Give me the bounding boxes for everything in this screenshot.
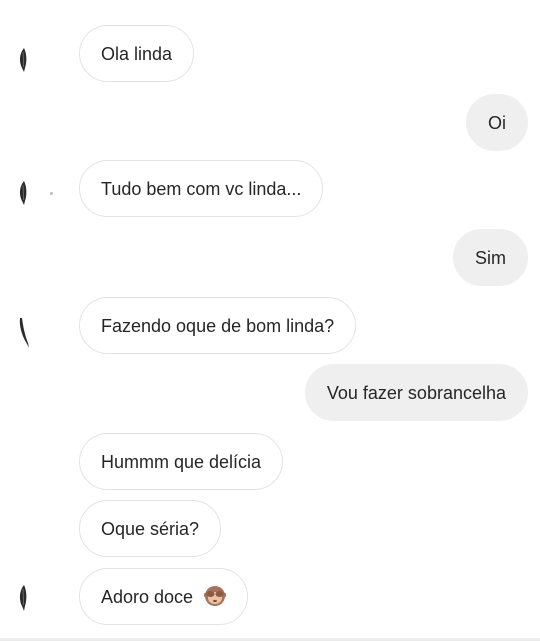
message-bubble-incoming[interactable]: Fazendo oque de bom linda?: [79, 297, 357, 354]
message-text: Oi: [488, 113, 506, 133]
message-text: Hummm que delícia: [101, 452, 262, 472]
message-bubble-outgoing[interactable]: Sim: [453, 229, 528, 286]
message-text: Ola linda: [101, 44, 173, 64]
message-bubble-outgoing[interactable]: Vou fazer sobrancelha: [304, 364, 528, 421]
profile-feather-icon[interactable]: [16, 180, 30, 206]
profile-feather-icon[interactable]: [16, 316, 30, 348]
profile-feather-icon[interactable]: [16, 584, 30, 611]
message-bubble-incoming[interactable]: Ola linda: [79, 25, 195, 82]
message-bubble-incoming[interactable]: Adoro doce: [79, 568, 249, 625]
message-text: Vou fazer sobrancelha: [326, 383, 506, 403]
message-text: Sim: [475, 248, 506, 268]
message-bubble-incoming[interactable]: Oque séria?: [79, 500, 222, 557]
message-text: Fazendo oque de bom linda?: [101, 316, 335, 336]
profile-feather-icon[interactable]: [16, 47, 30, 73]
message-text: Tudo bem com vc linda...: [101, 179, 302, 199]
chat-thread: Ola linda Oi Tudo bem com vc linda... Si…: [0, 0, 540, 641]
see-no-evil-monkey-emoji: [203, 573, 227, 606]
message-bubble-incoming[interactable]: Hummm que delícia: [79, 433, 284, 490]
message-bubble-incoming[interactable]: Tudo bem com vc linda...: [79, 160, 324, 217]
message-text: Oque séria?: [101, 519, 200, 539]
message-text: Adoro doce: [101, 587, 194, 607]
decorative-dot: [50, 192, 53, 195]
message-bubble-outgoing[interactable]: Oi: [466, 94, 528, 151]
